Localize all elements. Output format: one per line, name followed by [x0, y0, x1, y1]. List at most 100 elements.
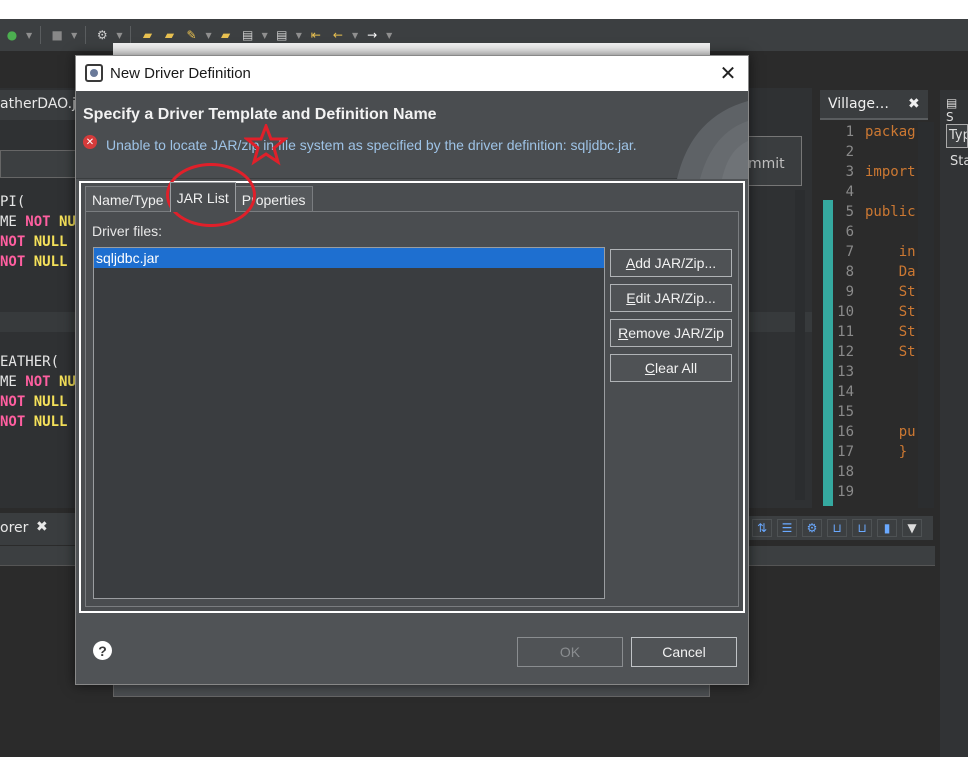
close-icon[interactable]: ✖	[36, 519, 48, 535]
dialog-titlebar: New Driver Definition ✕	[76, 56, 748, 91]
button-label: lear All	[655, 360, 698, 376]
change-marker-strip	[823, 200, 833, 506]
tab-properties[interactable]: Properties	[234, 186, 313, 212]
keyword: NU	[50, 374, 76, 390]
error-message: Unable to locate JAR/zip in file system …	[106, 137, 637, 153]
chevron-down-icon[interactable]: ▼	[352, 31, 358, 40]
help-icon[interactable]: ?	[93, 641, 112, 660]
collapse-icon[interactable]: ⇅	[752, 519, 772, 537]
chevron-down-icon[interactable]: ▼	[296, 31, 302, 40]
tree-icon[interactable]: ☰	[777, 519, 797, 537]
code-text: ME	[0, 374, 26, 390]
open-folder-icon[interactable]: ▰	[161, 27, 177, 43]
toolbar-separator	[85, 26, 87, 44]
chevron-down-icon[interactable]: ▼	[205, 31, 211, 40]
keyword: NU	[50, 214, 76, 230]
document-icon[interactable]: ▤	[240, 27, 256, 43]
code-line: EATHER(	[0, 352, 76, 372]
tab-strip: Name/Type JAR List Properties	[85, 182, 313, 212]
sql-code: PI(ME NOT NU NOT NULL NOT NULL EATHER(ME N…	[0, 192, 76, 432]
document-icon[interactable]: ▤	[274, 27, 290, 43]
code-text: ME	[0, 214, 26, 230]
code-line: NOT NULL	[0, 252, 76, 272]
left-arrow-icon[interactable]: ←	[330, 27, 346, 43]
outline-entry: Sta	[950, 154, 968, 169]
chevron-down-icon[interactable]: ▼	[262, 31, 268, 40]
keyword: NOT	[0, 394, 26, 410]
error-icon: ✕	[83, 135, 97, 149]
close-button[interactable]: ✕	[714, 60, 742, 86]
keyword: NOT	[25, 374, 51, 390]
chevron-down-icon[interactable]: ▼	[71, 31, 77, 40]
keyword: NOT	[25, 214, 51, 230]
type-filter-input[interactable]: Typ	[946, 124, 968, 148]
tray-icon[interactable]: ⊔	[827, 519, 847, 537]
code-line: NOT NULL	[0, 232, 76, 252]
mnemonic: R	[618, 325, 629, 341]
edit-jar-button[interactable]: Edit JAR/Zip...	[610, 284, 732, 312]
left-scrollbar[interactable]	[795, 190, 805, 500]
new-driver-definition-dialog: New Driver Definition ✕ Specify a Driver…	[75, 55, 749, 685]
button-label: emove JAR/Zip	[628, 325, 724, 341]
tab-name-type[interactable]: Name/Type	[85, 186, 171, 212]
dialog-title: New Driver Definition	[110, 65, 251, 82]
debug-icon[interactable]: ⚙	[94, 27, 110, 43]
back-arrow-icon[interactable]: ⇤	[308, 27, 324, 43]
outline-tab[interactable]: ▤ S	[946, 96, 968, 124]
chevron-down-icon[interactable]: ▼	[116, 31, 122, 40]
line-numbers: 1 2 3 4 5 6 7 8 9 10 11 12 13 14 15 16 1…	[837, 124, 854, 500]
close-icon[interactable]: ✖	[908, 96, 920, 112]
mnemonic: C	[644, 360, 656, 376]
stop-icon[interactable]: ■	[49, 27, 65, 43]
village-tab-label: Village…	[828, 96, 890, 112]
code-text: EATHER(	[0, 354, 60, 370]
cancel-button[interactable]: Cancel	[631, 637, 737, 667]
jar-list-panel: Driver files: sqljdbc.jar Add JAR/Zip...…	[85, 211, 739, 607]
commit-label: mmit	[748, 156, 785, 172]
code-line: ME NOT NU	[0, 212, 76, 232]
button-label: dd JAR/Zip...	[635, 255, 717, 271]
folder-icon[interactable]: ▰	[218, 27, 234, 43]
code-text: PI(	[0, 194, 26, 210]
chevron-down-icon[interactable]: ▼	[386, 31, 392, 40]
keyword: NOT	[0, 414, 26, 430]
layout-icon[interactable]: ▮	[877, 519, 897, 537]
remove-jar-button[interactable]: Remove JAR/Zip	[610, 319, 732, 347]
clear-all-button[interactable]: Clear All	[610, 354, 732, 382]
code-line: NOT NULL	[0, 392, 76, 412]
button-label: dit JAR/Zip...	[635, 290, 716, 306]
keyword: NOT	[0, 254, 26, 270]
keyword: NOT	[0, 234, 26, 250]
mnemonic: E	[626, 290, 636, 306]
tab-jar-list[interactable]: JAR List	[169, 182, 236, 212]
screen-top-strip	[0, 0, 968, 19]
keyword: NULL	[25, 234, 68, 250]
keyword: NULL	[25, 394, 68, 410]
run-icon[interactable]: ●	[4, 27, 20, 43]
view-toolbar: ⇅ ☰ ⚙ ⊔ ⊔ ▮ ▼	[748, 516, 933, 540]
wizard-banner-icon	[677, 101, 748, 179]
right-arrow-icon[interactable]: →	[364, 27, 380, 43]
list-item[interactable]: sqljdbc.jar	[94, 248, 604, 268]
bottom-view-tab-label: orer	[0, 520, 29, 536]
header-title: Specify a Driver Template and Definition…	[83, 106, 437, 123]
ok-button[interactable]: OK	[517, 637, 623, 667]
dialog-header: Specify a Driver Template and Definition…	[76, 91, 748, 179]
driver-files-list[interactable]: sqljdbc.jar	[93, 247, 605, 599]
outline-panel	[940, 90, 968, 757]
chevron-down-icon[interactable]: ▼	[902, 519, 922, 537]
code-line: NOT NULL	[0, 412, 76, 432]
filter-icon[interactable]: ⚙	[802, 519, 822, 537]
right-scrollbar[interactable]	[918, 122, 934, 508]
open-folder-icon[interactable]: ▰	[139, 27, 155, 43]
tray-icon[interactable]: ⊔	[852, 519, 872, 537]
dialog-content-inner: Name/Type JAR List Properties Driver fil…	[81, 182, 743, 611]
left-editor-tab-label: atherDAO.ja	[0, 96, 85, 112]
pencil-icon[interactable]: ✎	[183, 27, 199, 43]
add-jar-button[interactable]: Add JAR/Zip...	[610, 249, 732, 277]
chevron-down-icon[interactable]: ▼	[26, 31, 32, 40]
toolbar-separator	[40, 26, 42, 44]
